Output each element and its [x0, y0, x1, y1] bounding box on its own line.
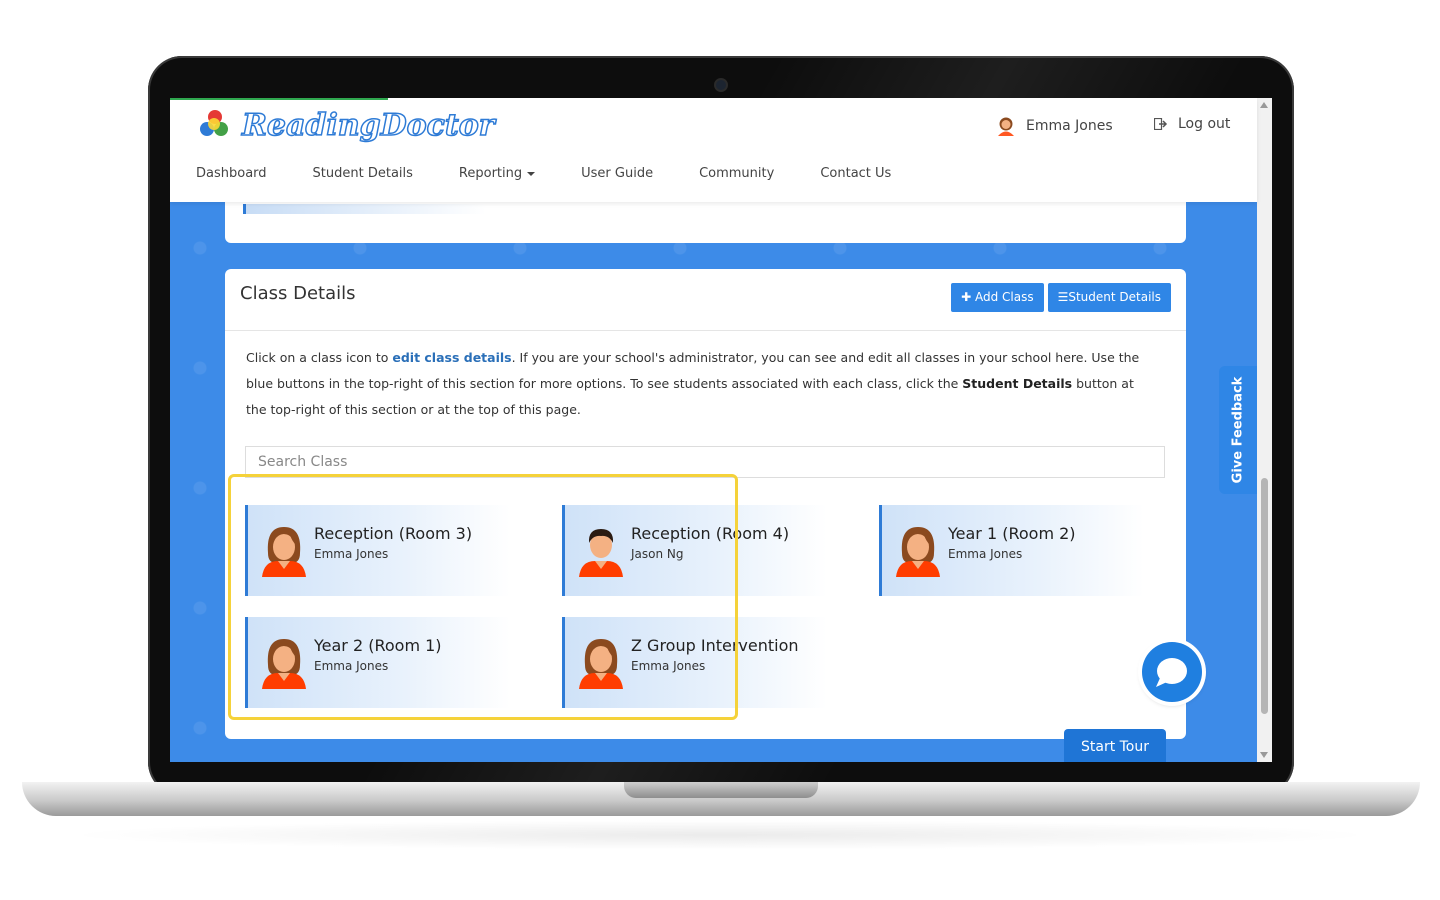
laptop-notch: [624, 782, 818, 798]
nav-student-details[interactable]: Student Details: [313, 166, 413, 181]
webcam: [714, 78, 728, 92]
nav-dashboard[interactable]: Dashboard: [196, 166, 267, 181]
main-nav: Dashboard Student Details Reporting User…: [196, 166, 937, 181]
student-details-button[interactable]: ☰Student Details: [1047, 283, 1171, 312]
panel-title: Class Details: [240, 283, 356, 304]
class-card[interactable]: Year 1 (Room 2) Emma Jones: [879, 505, 1144, 596]
caret-down-icon: [527, 171, 536, 176]
header: ReadingDoctor Emma Jones Log out Dashboa…: [170, 98, 1257, 202]
teacher-name: Emma Jones: [948, 547, 1023, 561]
list-icon: ☰: [1057, 290, 1069, 304]
logout-icon: [1154, 118, 1168, 130]
chat-button[interactable]: [1142, 642, 1202, 702]
panel-description: Click on a class icon to edit class deta…: [246, 350, 1140, 417]
nav-reporting[interactable]: Reporting: [458, 166, 536, 181]
user-name: Emma Jones: [1026, 118, 1113, 134]
nav-community[interactable]: Community: [699, 166, 774, 181]
logout-link[interactable]: Log out: [1154, 116, 1230, 132]
scrollbar[interactable]: [1257, 98, 1272, 762]
brand-logo[interactable]: ReadingDoctor: [200, 107, 495, 144]
nav-contact-us[interactable]: Contact Us: [820, 166, 891, 181]
nav-user-guide[interactable]: User Guide: [581, 166, 653, 181]
start-tour-button[interactable]: Start Tour: [1064, 729, 1166, 762]
user-avatar-icon: [998, 117, 1014, 136]
brand-name: ReadingDoctor: [241, 107, 495, 144]
edit-class-details-link[interactable]: edit class details: [392, 350, 511, 365]
logout-label: Log out: [1178, 116, 1231, 132]
scroll-thumb[interactable]: [1261, 478, 1268, 714]
chat-bubble-icon: [1156, 658, 1187, 687]
female-teacher-icon: [896, 527, 940, 577]
class-name: Year 1 (Room 2): [948, 524, 1076, 543]
scroll-down-icon[interactable]: [1260, 752, 1268, 758]
user-menu[interactable]: Emma Jones: [996, 116, 1113, 136]
give-feedback-tab[interactable]: Give Feedback: [1219, 366, 1257, 494]
nav-reporting-label: Reporting: [458, 166, 523, 181]
plus-icon: ✚: [961, 290, 972, 304]
logo-icon: [200, 110, 230, 140]
highlight-box: [228, 474, 738, 720]
scroll-up-icon[interactable]: [1260, 102, 1268, 108]
add-class-button[interactable]: ✚ Add Class: [951, 283, 1044, 312]
